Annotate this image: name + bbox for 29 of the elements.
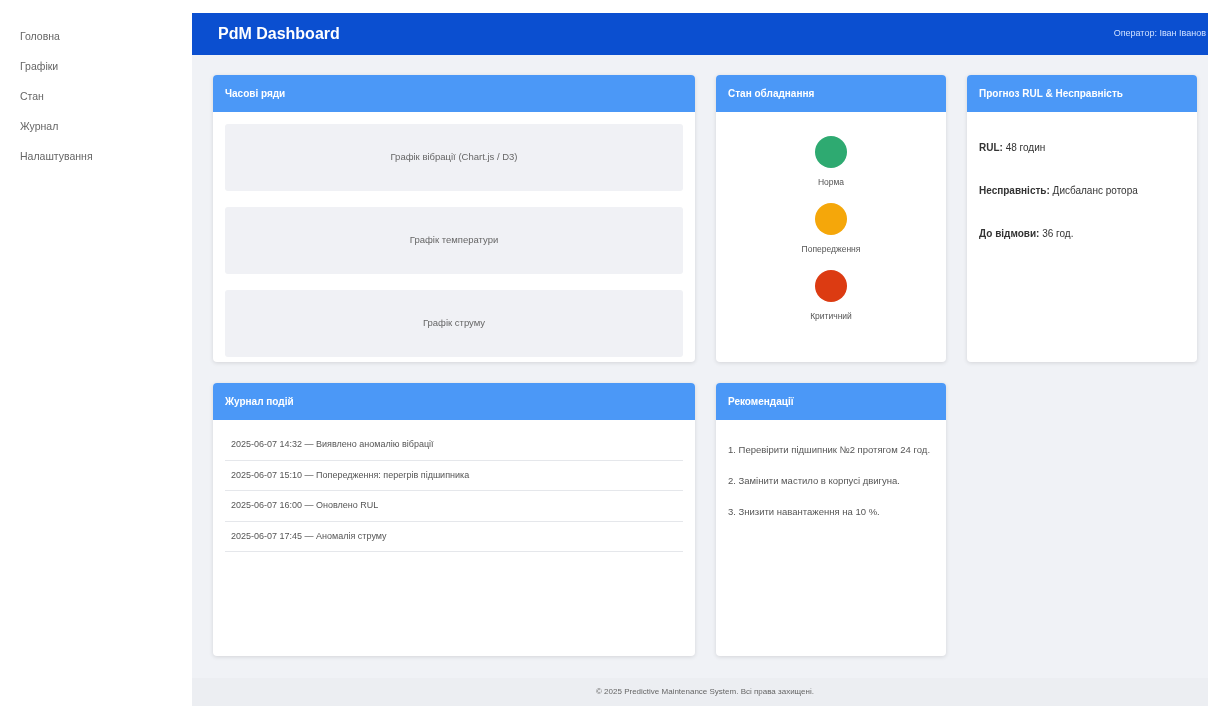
log-entry: 2025-06-07 16:00 — Оновлено RUL xyxy=(225,491,683,522)
card-header: Журнал подій xyxy=(213,383,695,420)
forecast-line: Несправність: Дисбаланс ротора xyxy=(979,184,1139,198)
log-entry: 2025-06-07 17:45 — Аномалія струму xyxy=(225,521,683,552)
log-entry: 2025-06-07 15:10 — Попередження: перегрів підшипника xyxy=(225,460,683,491)
recommendation-text: 2. Замінити мастило в корпусі двигуна. xyxy=(728,474,901,488)
chart-caption: Графік струму xyxy=(422,316,486,331)
recommendation-text: 3. Знизити навантаження на 10 %. xyxy=(728,505,881,519)
sidebar-link[interactable]: Журнал xyxy=(20,118,192,135)
forecast-line: RUL: 48 годин xyxy=(979,141,1047,155)
footer-text: © 2025 Predictive Maintenance System. Всі права захищені. xyxy=(596,686,814,698)
log-entry: 2025-06-07 14:32 — Виявлено аномалію вібрації xyxy=(225,430,683,461)
card-header: Прогноз RUL & Несправність xyxy=(967,75,1197,112)
sidebar-link[interactable]: Стан xyxy=(20,88,192,105)
sidebar-link[interactable]: Головна xyxy=(20,28,192,45)
chart-caption: Графік вібрації (Chart.js / D3) xyxy=(390,150,518,165)
sidebar-link[interactable]: Графіки xyxy=(20,58,192,75)
dashboard-title: PdM Dashboard xyxy=(218,24,340,44)
card-header: Стан обладнання xyxy=(716,75,946,112)
forecast-line: До відмови: 36 год. xyxy=(979,227,1075,241)
chart-caption: Графік температури xyxy=(409,233,499,248)
card-header: Часові ряди xyxy=(213,75,695,112)
recommendation-text: 1. Перевірити підшипник №2 протягом 24 год. xyxy=(728,443,932,457)
status-label: Норма xyxy=(817,176,845,189)
operator-name: Оператор: Іван Іванов xyxy=(1113,27,1206,41)
status-label: Критичний xyxy=(810,309,852,323)
sidebar-link[interactable]: Налаштування xyxy=(20,148,192,165)
card-header: Рекомендації xyxy=(716,383,946,420)
status-label: Попередження xyxy=(801,242,861,256)
